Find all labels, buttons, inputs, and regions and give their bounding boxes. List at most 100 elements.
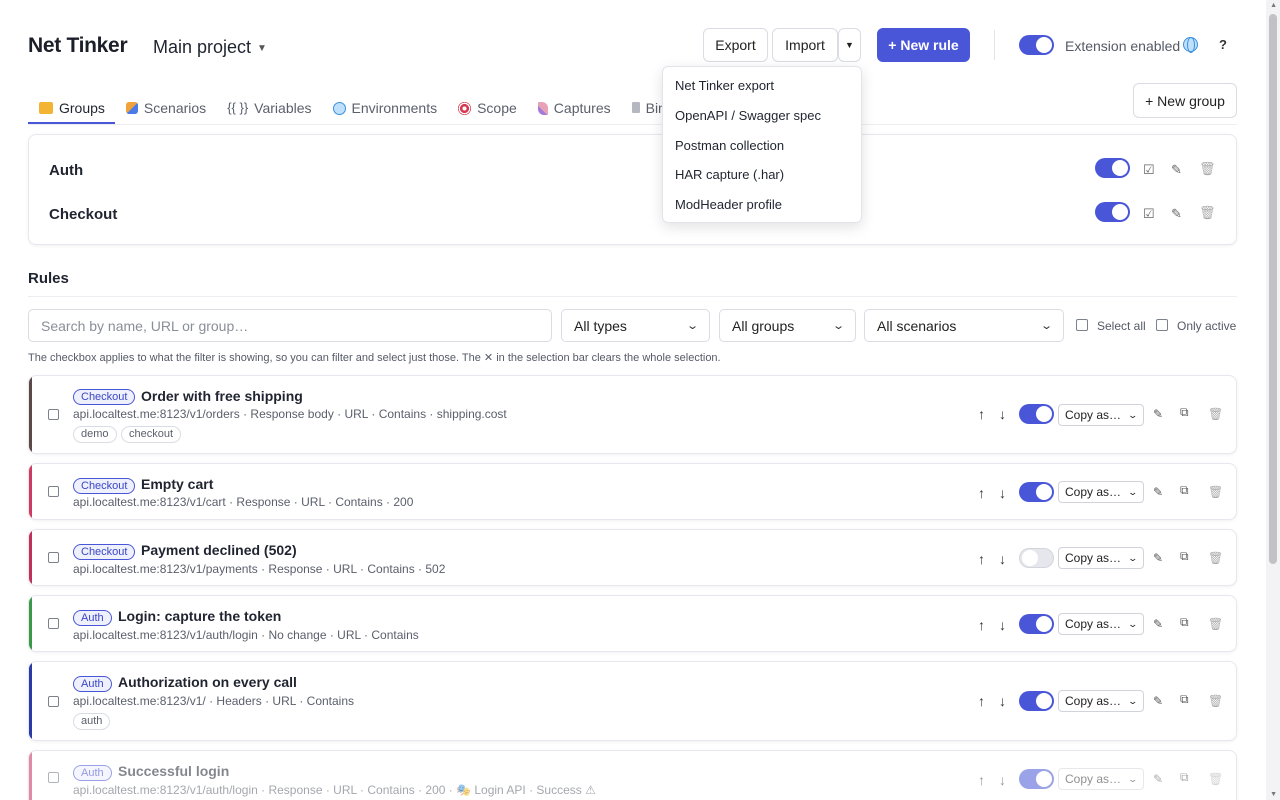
copy-as-select[interactable]: Copy as… ⌄ bbox=[1058, 690, 1144, 712]
rule-toggle[interactable] bbox=[1019, 404, 1054, 424]
copy-as-select[interactable]: Copy as… ⌄ bbox=[1058, 613, 1144, 635]
select-value: All scenarios bbox=[877, 317, 957, 334]
trash-icon[interactable]: 🗑 bbox=[1208, 485, 1223, 499]
copy-as-select[interactable]: Copy as… ⌄ bbox=[1058, 404, 1144, 426]
edit-icon[interactable]: ✎ bbox=[1153, 617, 1163, 631]
edit-icon[interactable]: ✎ bbox=[1171, 162, 1182, 178]
globe-icon[interactable] bbox=[1183, 37, 1198, 53]
tab-captures[interactable]: Captures bbox=[527, 96, 621, 124]
chevron-down-icon: ⌄ bbox=[1127, 618, 1139, 629]
move-down-icon[interactable]: ↓ bbox=[999, 693, 1006, 709]
edit-icon[interactable]: ✎ bbox=[1153, 485, 1163, 499]
rule-meta: api.localtest.me:8123/v1/orders · Respon… bbox=[73, 407, 507, 421]
copy-as-select[interactable]: Copy as… ⌄ bbox=[1058, 768, 1144, 790]
rule-title: Authorization on every call bbox=[118, 674, 297, 690]
extension-toggle[interactable] bbox=[1019, 35, 1054, 55]
trash-icon[interactable]: 🗑 bbox=[1208, 694, 1223, 708]
help-button[interactable]: ? bbox=[1219, 37, 1227, 52]
edit-icon[interactable]: ✎ bbox=[1153, 407, 1163, 421]
copy-as-select[interactable]: Copy as… ⌄ bbox=[1058, 481, 1144, 503]
tab-groups[interactable]: Groups bbox=[28, 96, 115, 124]
select-all-checkbox[interactable] bbox=[1076, 319, 1088, 331]
move-down-icon[interactable]: ↓ bbox=[999, 772, 1006, 788]
rule-toggle[interactable] bbox=[1019, 482, 1054, 502]
move-down-icon[interactable]: ↓ bbox=[999, 406, 1006, 422]
group-toggle[interactable] bbox=[1095, 158, 1130, 178]
rule-card[interactable]: Auth Login: capture the token api.localt… bbox=[28, 595, 1237, 652]
import-button[interactable]: Import bbox=[772, 28, 838, 62]
rule-checkbox[interactable] bbox=[48, 552, 59, 563]
edit-icon[interactable]: ✎ bbox=[1171, 206, 1182, 222]
scroll-down-icon[interactable]: ▼ bbox=[1270, 791, 1277, 798]
group-toggle[interactable] bbox=[1095, 202, 1130, 222]
duplicate-icon[interactable]: ⧉ bbox=[1180, 615, 1189, 630]
rule-card[interactable]: Checkout Empty cart api.localtest.me:812… bbox=[28, 463, 1237, 520]
move-down-icon[interactable]: ↓ bbox=[999, 617, 1006, 633]
rule-toggle[interactable] bbox=[1019, 769, 1054, 789]
duplicate-icon[interactable]: ⧉ bbox=[1180, 483, 1189, 498]
copy-as-select[interactable]: Copy as… ⌄ bbox=[1058, 547, 1144, 569]
move-up-icon[interactable]: ↑ bbox=[978, 406, 985, 422]
move-up-icon[interactable]: ↑ bbox=[978, 772, 985, 788]
only-active-checkbox[interactable] bbox=[1156, 319, 1168, 331]
new-rule-button[interactable]: + New rule bbox=[877, 28, 970, 62]
rule-checkbox[interactable] bbox=[48, 409, 59, 420]
import-menu-item[interactable]: Net Tinker export bbox=[675, 78, 774, 93]
trash-icon[interactable]: 🗑 bbox=[1208, 551, 1223, 565]
tab-environments[interactable]: Environments bbox=[322, 96, 448, 124]
duplicate-icon[interactable]: ⧉ bbox=[1180, 549, 1189, 564]
rule-checkbox[interactable] bbox=[48, 486, 59, 497]
rule-toggle[interactable] bbox=[1019, 548, 1054, 568]
tab-variables[interactable]: {{ }} Variables bbox=[216, 96, 321, 124]
move-up-icon[interactable]: ↑ bbox=[978, 485, 985, 501]
tab-label: Scope bbox=[477, 100, 517, 116]
trash-icon[interactable]: 🗑 bbox=[1199, 205, 1216, 221]
export-button[interactable]: Export bbox=[703, 28, 768, 62]
move-up-icon[interactable]: ↑ bbox=[978, 693, 985, 709]
edit-icon[interactable]: ✎ bbox=[1153, 694, 1163, 708]
type-filter[interactable]: All types ⌄ bbox=[561, 309, 710, 342]
rule-toggle[interactable] bbox=[1019, 691, 1054, 711]
edit-icon[interactable]: ✎ bbox=[1153, 551, 1163, 565]
search-input[interactable] bbox=[28, 309, 552, 342]
scenario-filter[interactable]: All scenarios ⌄ bbox=[864, 309, 1064, 342]
group-filter[interactable]: All groups ⌄ bbox=[719, 309, 856, 342]
scrollbar[interactable]: ▲ ▼ bbox=[1266, 0, 1280, 800]
rule-card[interactable]: Auth Successful login api.localtest.me:8… bbox=[28, 750, 1237, 800]
import-menu-item[interactable]: HAR capture (.har) bbox=[675, 167, 784, 182]
rule-card[interactable]: Auth Authorization on every call api.loc… bbox=[28, 661, 1237, 741]
scroll-up-icon[interactable]: ▲ bbox=[1270, 2, 1277, 9]
scrollbar-thumb[interactable] bbox=[1269, 14, 1277, 564]
trash-icon[interactable]: 🗑 bbox=[1208, 772, 1223, 786]
move-down-icon[interactable]: ↓ bbox=[999, 551, 1006, 567]
project-selector[interactable]: Main project ▼ bbox=[153, 37, 267, 58]
import-menu-item[interactable]: OpenAPI / Swagger spec bbox=[675, 108, 821, 123]
tab-scenarios[interactable]: Scenarios bbox=[115, 96, 216, 124]
group-badge: Auth bbox=[73, 610, 112, 626]
rule-checkbox[interactable] bbox=[48, 696, 59, 707]
duplicate-icon[interactable]: ⧉ bbox=[1180, 770, 1189, 785]
new-group-button[interactable]: + New group bbox=[1133, 83, 1237, 118]
import-menu-item[interactable]: ModHeader profile bbox=[675, 197, 782, 212]
trash-icon[interactable]: 🗑 bbox=[1199, 161, 1216, 177]
select-group-icon[interactable]: ☑ bbox=[1143, 162, 1155, 178]
edit-icon[interactable]: ✎ bbox=[1153, 772, 1163, 786]
duplicate-icon[interactable]: ⧉ bbox=[1180, 405, 1189, 420]
move-down-icon[interactable]: ↓ bbox=[999, 485, 1006, 501]
trash-icon[interactable]: 🗑 bbox=[1208, 407, 1223, 421]
rule-checkbox[interactable] bbox=[48, 618, 59, 629]
move-up-icon[interactable]: ↑ bbox=[978, 617, 985, 633]
group-name: Checkout bbox=[49, 206, 118, 223]
rule-checkbox[interactable] bbox=[48, 772, 59, 783]
move-up-icon[interactable]: ↑ bbox=[978, 551, 985, 567]
tab-scope[interactable]: Scope bbox=[447, 96, 527, 124]
rule-card[interactable]: Checkout Payment declined (502) api.loca… bbox=[28, 529, 1237, 586]
rule-toggle[interactable] bbox=[1019, 614, 1054, 634]
rule-card[interactable]: Checkout Order with free shipping api.lo… bbox=[28, 375, 1237, 454]
trash-icon[interactable]: 🗑 bbox=[1208, 617, 1223, 631]
rules-title: Rules bbox=[28, 270, 69, 287]
import-menu-toggle[interactable]: ▼ bbox=[838, 28, 861, 62]
import-menu-item[interactable]: Postman collection bbox=[675, 138, 784, 153]
select-group-icon[interactable]: ☑ bbox=[1143, 206, 1155, 222]
duplicate-icon[interactable]: ⧉ bbox=[1180, 692, 1189, 707]
